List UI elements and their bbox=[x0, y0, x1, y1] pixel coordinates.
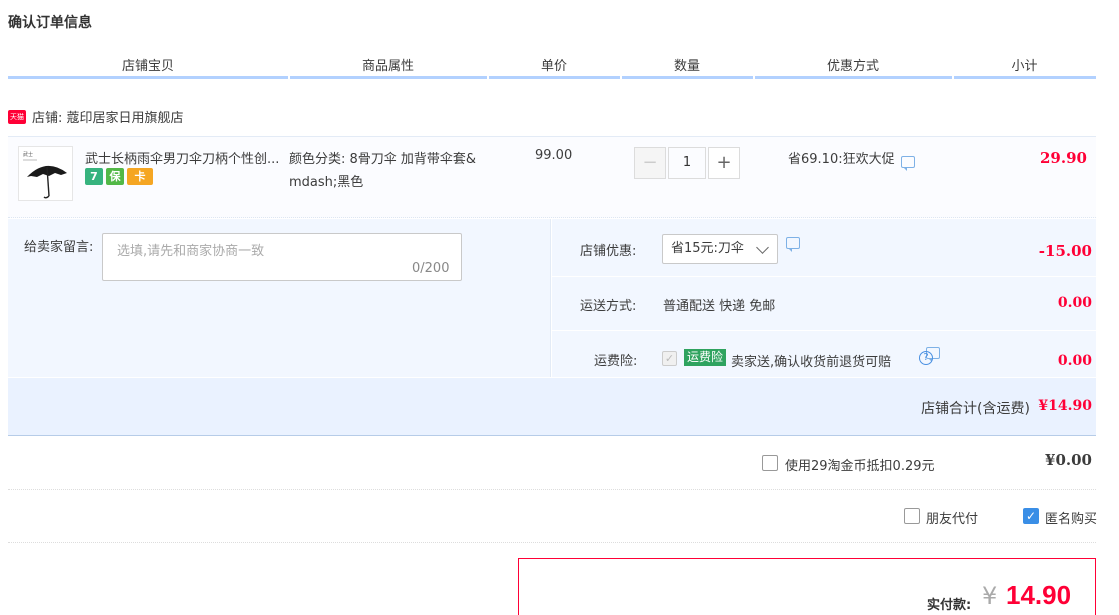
column-header-unit-price: 单价 bbox=[540, 59, 567, 74]
shipping-amount: 0.00 bbox=[1057, 295, 1092, 311]
column-header-quantity: 数量 bbox=[673, 59, 700, 74]
shop-discount-label: 店铺优惠: bbox=[580, 244, 637, 259]
card-payment-icon[interactable]: 卡 bbox=[127, 168, 153, 185]
seven-day-return-icon[interactable]: 7 bbox=[85, 168, 103, 185]
shipping-method: 普通配送 快递 免邮 bbox=[663, 299, 776, 314]
column-header-discount: 优惠方式 bbox=[826, 59, 879, 74]
umbrella-image: 武士 bbox=[23, 151, 67, 199]
column-header-subtotal: 小计 bbox=[1011, 59, 1038, 74]
svg-text:武士: 武士 bbox=[23, 151, 33, 158]
shop-total-label: 店铺合计(含运费) bbox=[921, 401, 1030, 417]
quantity-input[interactable]: 1 bbox=[668, 147, 706, 179]
insurance-text: 卖家送,确认收货前退货可赔 bbox=[731, 355, 892, 370]
insurance-badge: 运费险 bbox=[684, 349, 727, 366]
product-thumbnail[interactable]: 武士 bbox=[18, 146, 73, 201]
item-attribute-line: mdash;黑色 bbox=[289, 175, 364, 190]
help-icon[interactable]: ? bbox=[919, 351, 933, 365]
friend-pay-checkbox[interactable] bbox=[904, 508, 920, 524]
tmall-icon: 天猫 bbox=[8, 109, 26, 124]
shop-name-link[interactable]: 店铺: 蔻印居家日用旗舰店 bbox=[32, 107, 184, 126]
promotion-text: 省69.10:狂欢大促 bbox=[788, 152, 895, 167]
row-divider bbox=[552, 276, 1096, 277]
item-attribute-line: 颜色分类: 8骨刀伞 加背带伞套& bbox=[289, 152, 477, 167]
item-title-link[interactable]: 武士长柄雨伞男刀伞刀柄个性创... bbox=[85, 148, 280, 167]
coins-label: 使用29淘金币抵扣0.29元 bbox=[785, 459, 935, 474]
shipping-label: 运送方式: bbox=[580, 299, 637, 314]
message-placeholder: 选填,请先和商家协商一致 bbox=[117, 244, 265, 259]
shop-discount-select[interactable]: 省15元:刀伞 bbox=[662, 234, 778, 264]
shop-row: 天猫 店铺: 蔻印居家日用旗舰店 bbox=[8, 107, 184, 126]
header-underline bbox=[489, 76, 620, 79]
shop-total-value: ¥14.90 bbox=[1038, 398, 1092, 414]
header-underline bbox=[622, 76, 753, 79]
divider bbox=[8, 489, 1096, 490]
anonymous-purchase-label: 匿名购买 bbox=[1045, 512, 1098, 527]
anonymous-purchase-checkbox[interactable]: ✓ bbox=[1023, 508, 1039, 524]
insurance-label: 运费险: bbox=[594, 354, 638, 369]
message-label: 给卖家留言: bbox=[24, 240, 94, 255]
header-underline bbox=[954, 76, 1096, 79]
divider bbox=[8, 542, 1096, 543]
item-promotion: 省69.10:狂欢大促 bbox=[788, 148, 915, 171]
shop-discount-selected: 省15元:刀伞 bbox=[671, 241, 744, 256]
chat-icon[interactable] bbox=[900, 155, 915, 171]
payment-currency: ¥ bbox=[982, 582, 998, 610]
guarantee-icon[interactable]: 保 bbox=[106, 168, 124, 185]
quantity-decrease-button[interactable]: − bbox=[634, 147, 666, 179]
chevron-down-icon bbox=[756, 241, 769, 254]
item-subtotal: 29.90 bbox=[1040, 149, 1087, 167]
page-title: 确认订单信息 bbox=[8, 15, 92, 31]
column-header-attributes: 商品属性 bbox=[361, 59, 414, 74]
header-underline bbox=[8, 76, 288, 79]
coins-checkbox[interactable] bbox=[762, 455, 778, 471]
coins-value: ¥0.00 bbox=[1045, 451, 1092, 469]
friend-pay-label: 朋友代付 bbox=[926, 512, 979, 527]
column-header-shop-item: 店铺宝贝 bbox=[121, 59, 174, 74]
header-underline bbox=[755, 76, 952, 79]
quantity-increase-button[interactable]: + bbox=[708, 147, 740, 179]
insurance-checkbox: ✓ bbox=[662, 351, 677, 366]
payment-amount: 14.90 bbox=[1006, 580, 1072, 610]
item-attributes: 颜色分类: 8骨刀伞 加背带伞套& mdash;黑色 bbox=[289, 148, 489, 194]
shop-discount-amount: -15.00 bbox=[1038, 242, 1092, 260]
chat-icon[interactable] bbox=[786, 237, 800, 252]
service-icons: 7 保 卡 bbox=[85, 168, 153, 185]
row-divider bbox=[552, 330, 1096, 331]
message-char-count: 0/200 bbox=[412, 261, 450, 276]
insurance-amount: 0.00 bbox=[1057, 353, 1092, 369]
unit-price: 99.00 bbox=[535, 148, 573, 163]
header-underline bbox=[290, 76, 487, 79]
payment-label: 实付款: bbox=[927, 598, 972, 613]
quantity-stepper: − 1 + bbox=[634, 147, 740, 179]
